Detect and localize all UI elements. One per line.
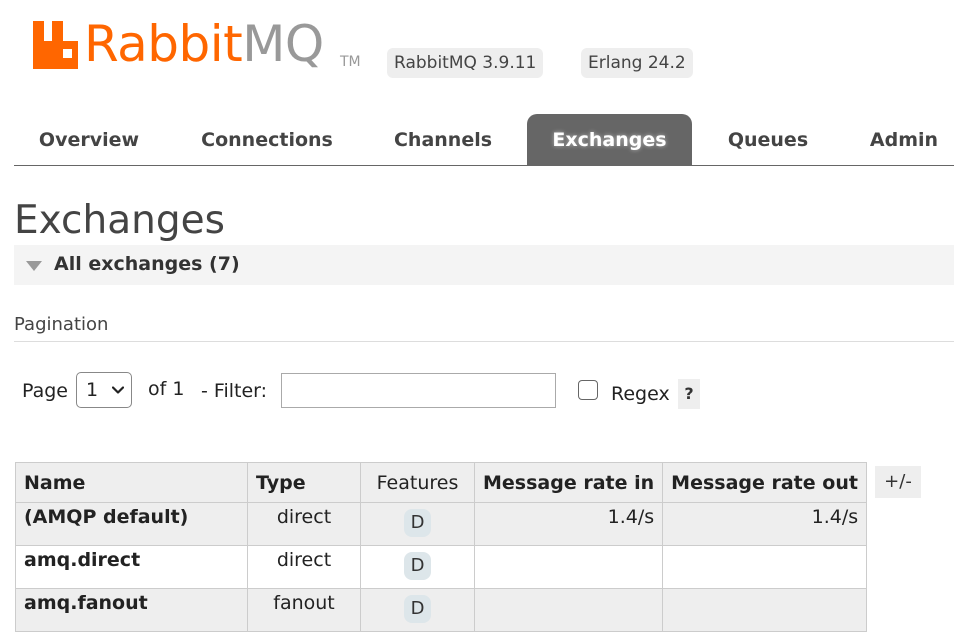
exchange-name-link[interactable]: amq.direct — [15, 545, 248, 589]
chevron-down-icon — [112, 386, 124, 394]
column-header-features: Features — [360, 462, 475, 503]
table-row: amq.direct direct D — [15, 545, 868, 589]
header: RabbitMQ TM RabbitMQ 3.9.11 Erlang 24.2 — [0, 0, 954, 110]
rate-in — [473, 545, 664, 589]
regex-checkbox[interactable] — [578, 380, 598, 400]
main-nav-tabs: Overview Connections Channels Exchanges … — [14, 114, 954, 166]
rate-out — [662, 545, 868, 589]
section-title: All exchanges (7) — [54, 253, 240, 275]
features-cell: D — [360, 545, 475, 589]
column-header-type[interactable]: Type — [247, 462, 361, 503]
page-title: Exchanges — [14, 198, 225, 243]
logo-trademark: TM — [340, 54, 361, 70]
durable-badge: D — [404, 509, 431, 537]
exchange-type: direct — [247, 545, 361, 589]
table-row: amq.fanout fanout D — [15, 588, 868, 632]
filter-input[interactable] — [281, 373, 556, 408]
tab-channels[interactable]: Channels — [379, 114, 507, 165]
rate-in: 1.4/s — [473, 502, 664, 546]
rate-in — [473, 588, 664, 632]
column-header-rate-out[interactable]: Message rate out — [662, 462, 868, 503]
table-row: (AMQP default) direct D 1.4/s 1.4/s — [15, 502, 868, 546]
rate-out — [662, 588, 868, 632]
rabbitmq-logo-text: RabbitMQ — [84, 15, 324, 73]
rabbitmq-version-badge: RabbitMQ 3.9.11 — [387, 48, 544, 78]
column-header-rate-in[interactable]: Message rate in — [473, 462, 664, 503]
tab-connections[interactable]: Connections — [192, 114, 342, 165]
regex-help-button[interactable]: ? — [678, 379, 700, 409]
collapse-triangle-icon — [26, 261, 42, 271]
page-select-value: 1 — [86, 379, 99, 401]
durable-badge: D — [404, 595, 431, 623]
tab-exchanges[interactable]: Exchanges — [527, 114, 692, 165]
tab-queues[interactable]: Queues — [710, 114, 826, 165]
pagination-heading: Pagination — [14, 314, 109, 335]
table-header-row: Name Type Features Message rate in Messa… — [15, 462, 868, 503]
rate-out: 1.4/s — [662, 502, 868, 546]
exchange-type: fanout — [247, 588, 361, 632]
exchanges-table: Name Type Features Message rate in Messa… — [15, 462, 868, 632]
features-cell: D — [360, 502, 475, 546]
toggle-columns-button[interactable]: +/- — [875, 466, 921, 498]
tab-overview[interactable]: Overview — [19, 114, 159, 165]
page-count-label: of 1 — [148, 378, 185, 400]
filter-label: - Filter: — [201, 380, 268, 402]
erlang-version-badge: Erlang 24.2 — [581, 48, 693, 78]
all-exchanges-section-toggle[interactable]: All exchanges (7) — [14, 245, 954, 285]
rabbitmq-logo-icon — [33, 21, 78, 69]
column-header-name[interactable]: Name — [15, 462, 248, 503]
page-select[interactable]: 1 — [76, 372, 132, 408]
pagination-divider — [14, 341, 954, 342]
exchange-type: direct — [247, 502, 361, 546]
features-cell: D — [360, 588, 475, 632]
durable-badge: D — [404, 552, 431, 580]
tab-admin[interactable]: Admin — [854, 114, 954, 165]
exchange-name-link[interactable]: amq.fanout — [15, 588, 248, 632]
exchange-name-link[interactable]: (AMQP default) — [15, 502, 248, 546]
regex-label: Regex — [611, 383, 670, 405]
page-label: Page — [22, 380, 68, 402]
